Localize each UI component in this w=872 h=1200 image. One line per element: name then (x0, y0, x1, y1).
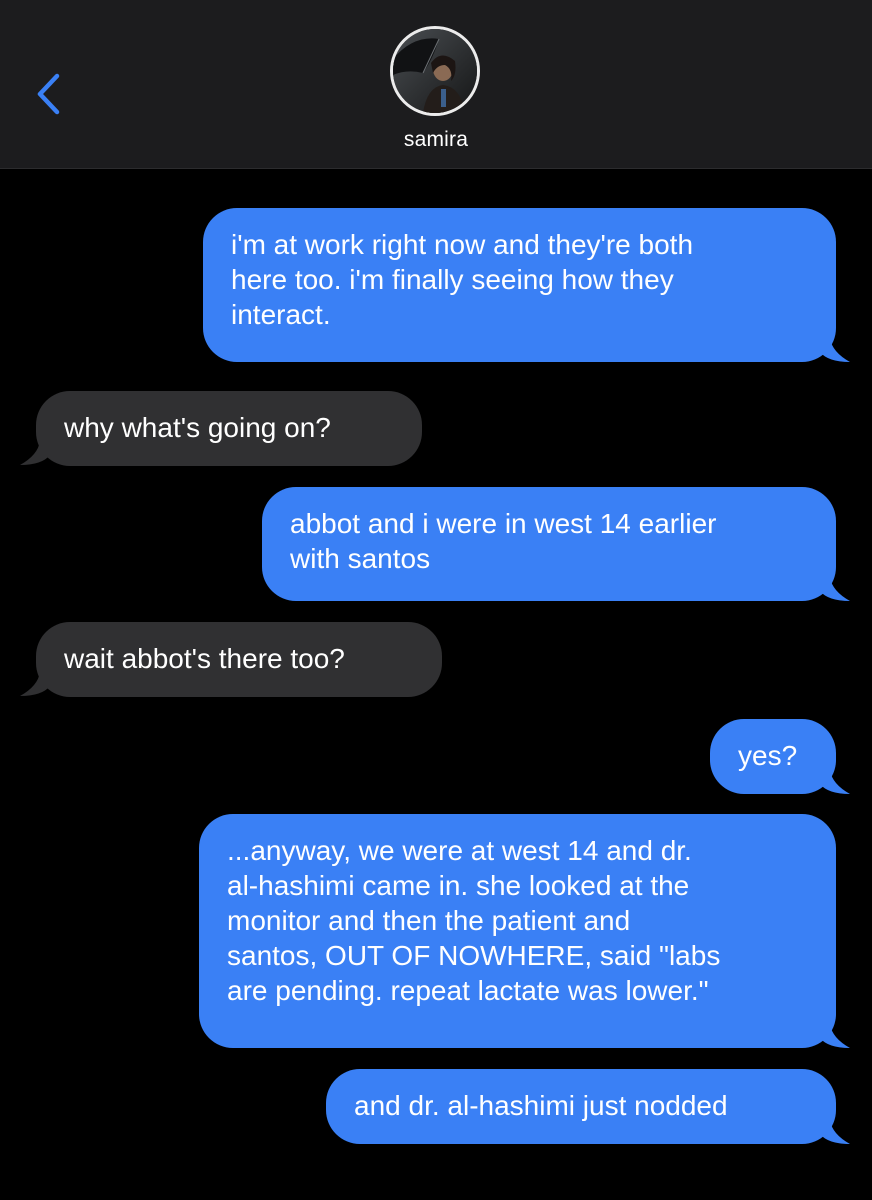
received-message-bubble[interactable]: why what's going on? (36, 391, 422, 466)
sent-message-bubble[interactable]: yes? (710, 719, 836, 794)
conversation-header: samira (0, 0, 872, 169)
sent-message-bubble[interactable]: i'm at work right now and they're both h… (203, 208, 836, 362)
sent-bubble-tail (820, 338, 850, 362)
received-bubble-tail (20, 672, 50, 696)
avatar-photo (393, 29, 477, 113)
message-list: i'm at work right now and they're both h… (0, 169, 872, 1200)
sent-message-bubble[interactable]: ...anyway, we were at west 14 and dr. al… (199, 814, 836, 1048)
sent-bubble-tail (820, 1120, 850, 1144)
contact-name[interactable]: samira (0, 128, 872, 152)
received-message-bubble[interactable]: wait abbot's there too? (36, 622, 442, 697)
sent-bubble-tail (820, 577, 850, 601)
back-button[interactable] (30, 70, 70, 118)
sent-message-bubble[interactable]: abbot and i were in west 14 earlier with… (262, 487, 836, 601)
sent-bubble-tail (820, 1024, 850, 1048)
sent-message-bubble[interactable]: and dr. al-hashimi just nodded (326, 1069, 836, 1144)
chevron-left-icon (37, 73, 60, 115)
contact-avatar[interactable] (390, 26, 480, 116)
received-bubble-tail (20, 441, 50, 465)
sent-bubble-tail (820, 770, 850, 794)
